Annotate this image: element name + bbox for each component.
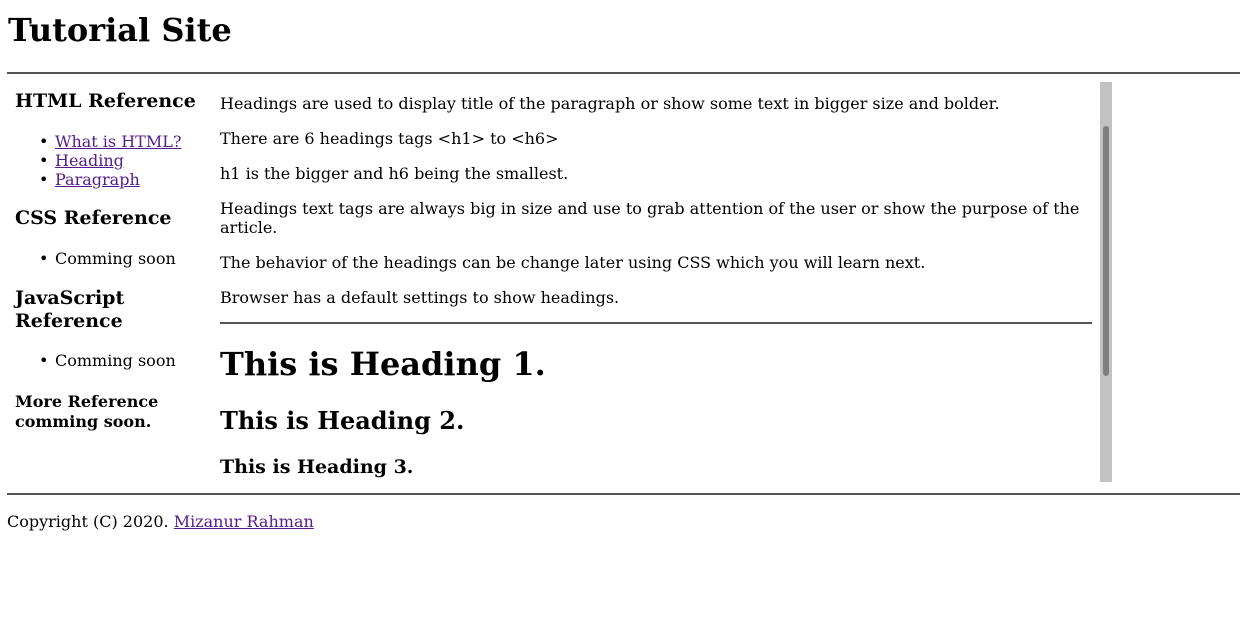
site-title: Tutorial Site — [8, 11, 232, 49]
list-item: Comming soon — [15, 351, 176, 370]
paragraph: Headings text tags are always big in siz… — [220, 199, 1080, 237]
list-item: Heading — [15, 151, 181, 170]
demo-heading-3: This is Heading 3. — [220, 456, 414, 478]
list-item: Comming soon — [15, 249, 176, 268]
sidebar-heading-html: HTML Reference — [15, 90, 196, 112]
demo-heading-1: This is Heading 1. — [220, 345, 546, 383]
sidebar-more-note: More Reference comming soon. — [15, 392, 159, 431]
demo-heading-2: This is Heading 2. — [220, 406, 465, 435]
paragraph: The behavior of the headings can be chan… — [220, 253, 926, 272]
scrollbar-thumb[interactable] — [1103, 126, 1109, 376]
footer: Copyright (C) 2020. Mizanur Rahman — [7, 512, 314, 531]
link-what-is-html[interactable]: What is HTML? — [55, 132, 181, 151]
footer-divider — [7, 493, 1240, 495]
link-heading[interactable]: Heading — [55, 151, 124, 170]
content-scrollbar[interactable] — [1100, 82, 1112, 482]
link-paragraph[interactable]: Paragraph — [55, 170, 140, 189]
paragraph: Headings are used to display title of th… — [220, 94, 1000, 113]
author-link[interactable]: Mizanur Rahman — [174, 512, 314, 531]
sidebar-heading-js: JavaScript Reference — [15, 287, 125, 332]
header-divider — [7, 72, 1240, 74]
paragraph: h1 is the bigger and h6 being the smalle… — [220, 164, 569, 183]
main-content: Headings are used to display title of th… — [220, 82, 1100, 482]
sidebar-heading-css: CSS Reference — [15, 207, 172, 229]
copyright-text: Copyright (C) 2020. — [7, 512, 169, 531]
content-divider — [220, 322, 1092, 324]
sidebar-list-css: Comming soon — [15, 249, 176, 268]
sidebar-list-js: Comming soon — [15, 351, 176, 370]
paragraph: There are 6 headings tags <h1> to <h6> — [220, 129, 559, 148]
paragraph: Browser has a default settings to show h… — [220, 288, 620, 307]
list-item: What is HTML? — [15, 132, 181, 151]
sidebar-list-html: What is HTML? Heading Paragraph — [15, 132, 181, 189]
list-item: Paragraph — [15, 170, 181, 189]
